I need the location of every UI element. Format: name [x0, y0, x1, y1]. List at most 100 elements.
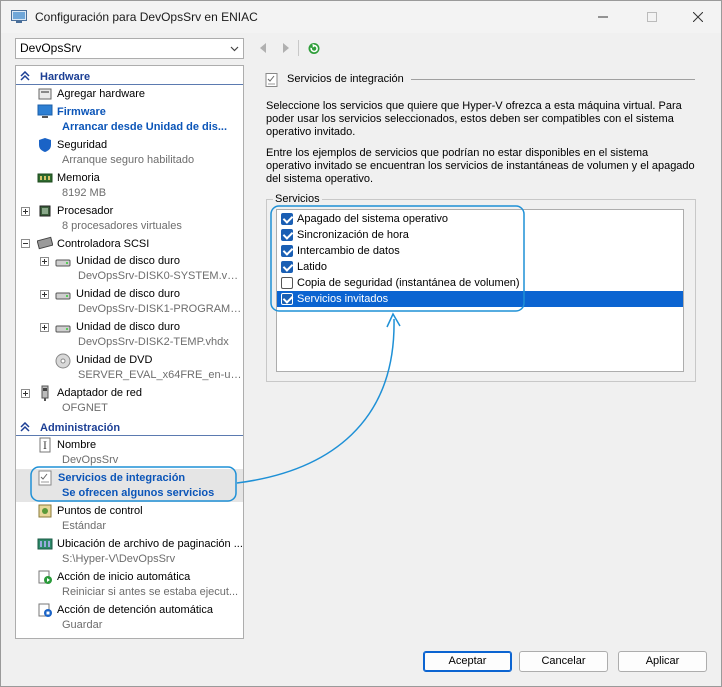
sidebar-item-name[interactable]: I Nombre DevOpsSrv [16, 436, 243, 469]
service-label: Apagado del sistema operativo [297, 213, 449, 225]
service-item-heartbeat[interactable]: Latido [277, 259, 683, 275]
auto-start-icon [38, 570, 52, 584]
sidebar-item-sublabel: DevOpsSrv [62, 454, 119, 466]
service-item-data-exchange[interactable]: Intercambio de datos [277, 243, 683, 259]
sidebar-item-firmware[interactable]: Firmware Arrancar desde Unidad de dis... [16, 103, 243, 136]
sidebar-item-add-hardware[interactable]: Agregar hardware [16, 86, 243, 103]
hardware-header-label: Hardware [40, 71, 91, 83]
refresh-icon[interactable] [307, 41, 321, 55]
sidebar-item-processor[interactable]: Procesador 8 procesadores virtuales [16, 202, 243, 235]
chevron-down-icon [230, 46, 239, 52]
add-hardware-icon [38, 88, 52, 100]
minimize-button[interactable] [580, 1, 626, 33]
checkbox-checked[interactable] [281, 213, 293, 225]
vm-selector-dropdown[interactable]: DevOpsSrv [15, 38, 244, 59]
processor-icon [39, 205, 51, 217]
sidebar-item-scsi-controller[interactable]: Controladora SCSI [16, 235, 243, 252]
sidebar-item-security[interactable]: Seguridad Arranque seguro habilitado [16, 136, 243, 169]
checkbox-checked[interactable] [281, 245, 293, 257]
services-list[interactable]: Apagado del sistema operativo Sincroniza… [276, 209, 684, 372]
hard-disk-icon [55, 292, 71, 300]
checkbox-checked[interactable] [281, 261, 293, 273]
close-button[interactable] [675, 1, 721, 33]
shield-icon [39, 138, 51, 152]
checkbox-checked[interactable] [281, 293, 293, 305]
sidebar-item-network-adapter[interactable]: Adaptador de red OFGNET [16, 384, 243, 417]
cancel-button[interactable]: Cancelar [519, 651, 608, 672]
expand-icon[interactable] [40, 257, 49, 266]
memory-icon [37, 173, 53, 183]
sidebar-item-label: Unidad de disco duro [76, 288, 180, 300]
sidebar-item-hard-disk-0[interactable]: Unidad de disco duro DevOpsSrv-DISK0-SYS… [16, 252, 243, 285]
sidebar-item-sublabel: OFGNET [62, 402, 108, 414]
dvd-disc-icon [55, 353, 71, 369]
settings-window: Configuración para DevOpsSrv en ENIAC De… [0, 0, 722, 687]
back-arrow-icon[interactable] [256, 41, 270, 55]
sidebar-item-sublabel: DevOpsSrv-DISK2-TEMP.vhdx [78, 336, 229, 348]
sidebar-item-dvd-drive[interactable]: Unidad de DVD SERVER_EVAL_x64FRE_en-us..… [16, 351, 243, 384]
hyperv-settings-icon [11, 10, 27, 23]
service-label: Latido [297, 261, 327, 273]
management-section-header[interactable]: Administración [16, 420, 243, 436]
forward-arrow-icon[interactable] [279, 41, 293, 55]
sidebar-item-sublabel: Arranque seguro habilitado [62, 154, 195, 166]
sidebar-item-sublabel: DevOpsSrv-DISK0-SYSTEM.vhdx [78, 270, 242, 282]
expand-icon[interactable] [21, 207, 30, 216]
scsi-controller-icon [37, 236, 53, 250]
sidebar-item-sublabel: Se ofrecen algunos servicios [62, 487, 215, 499]
sidebar-item-label: Memoria [57, 172, 100, 184]
service-item-time-sync[interactable]: Sincronización de hora [277, 227, 683, 243]
name-icon: I [39, 437, 51, 453]
sidebar-item-hard-disk-1[interactable]: Unidad de disco duro DevOpsSrv-DISK1-PRO… [16, 285, 243, 318]
sidebar-item-memory[interactable]: Memoria 8192 MB [16, 169, 243, 202]
sidebar-item-sublabel: SERVER_EVAL_x64FRE_en-us.... [78, 369, 242, 381]
panel-title: Servicios de integración [287, 73, 404, 85]
apply-button[interactable]: Aplicar [618, 651, 707, 672]
close-icon [693, 12, 703, 22]
service-item-shutdown[interactable]: Apagado del sistema operativo [277, 211, 683, 227]
settings-tree: Hardware Agregar hardware Firmware Arran… [15, 65, 244, 639]
collapse-icon[interactable] [21, 239, 30, 248]
service-item-backup[interactable]: Copia de seguridad (instantánea de volum… [277, 275, 683, 291]
collapse-chevron-icon [20, 422, 30, 432]
svg-text:I: I [43, 441, 47, 452]
expand-icon[interactable] [40, 290, 49, 299]
checkbox-unchecked[interactable] [281, 277, 293, 289]
hardware-section-header[interactable]: Hardware [16, 69, 243, 85]
maximize-button[interactable] [629, 1, 675, 33]
expand-icon[interactable] [21, 389, 30, 398]
service-label: Intercambio de datos [297, 245, 400, 257]
services-group-label: Servicios [273, 193, 322, 205]
sidebar-item-integration-services[interactable]: Servicios de integración Se ofrecen algu… [16, 469, 243, 502]
checkbox-checked[interactable] [281, 229, 293, 241]
expand-icon[interactable] [40, 323, 49, 332]
sidebar-item-sublabel: Reiniciar si antes se estaba ejecut... [62, 586, 239, 598]
firmware-icon [37, 104, 53, 118]
hard-disk-icon [55, 259, 71, 267]
management-header-label: Administración [40, 422, 121, 434]
auto-stop-icon [38, 603, 52, 617]
sidebar-item-label: Firmware [57, 106, 106, 118]
sidebar-item-checkpoints[interactable]: Puntos de control Estándar [16, 502, 243, 535]
accept-button[interactable]: Aceptar [423, 651, 512, 672]
sidebar-item-sublabel: Estándar [62, 520, 107, 532]
sidebar-item-hard-disk-2[interactable]: Unidad de disco duro DevOpsSrv-DISK2-TEM… [16, 318, 243, 351]
sidebar-item-smart-paging-location[interactable]: Ubicación de archivo de paginación ... S… [16, 535, 243, 568]
service-item-guest-services[interactable]: Servicios invitados [277, 291, 683, 307]
panel-description-1: Seleccione los servicios que quiere que … [266, 100, 682, 138]
service-label: Copia de seguridad (instantánea de volum… [297, 277, 520, 289]
accept-button-label: Aceptar [448, 655, 487, 667]
vm-selector-value: DevOpsSrv [20, 41, 82, 55]
sidebar-item-sublabel: 8 procesadores virtuales [62, 220, 182, 232]
sidebar-item-auto-stop-action[interactable]: Acción de detención automática Guardar [16, 601, 243, 634]
sidebar-item-label: Acción de detención automática [57, 604, 213, 616]
sidebar-item-label: Servicios de integración [58, 472, 186, 484]
sidebar-item-label: Seguridad [57, 139, 108, 151]
sidebar-item-label: Unidad de disco duro [76, 255, 180, 267]
sidebar-item-label: Agregar hardware [57, 88, 146, 100]
sidebar-item-label: Controladora SCSI [57, 238, 150, 250]
sidebar-item-sublabel: Arrancar desde Unidad de dis... [62, 121, 228, 133]
cancel-button-label: Cancelar [541, 655, 586, 667]
panel-title-divider [411, 79, 695, 80]
sidebar-item-auto-start-action[interactable]: Acción de inicio automática Reiniciar si… [16, 568, 243, 601]
